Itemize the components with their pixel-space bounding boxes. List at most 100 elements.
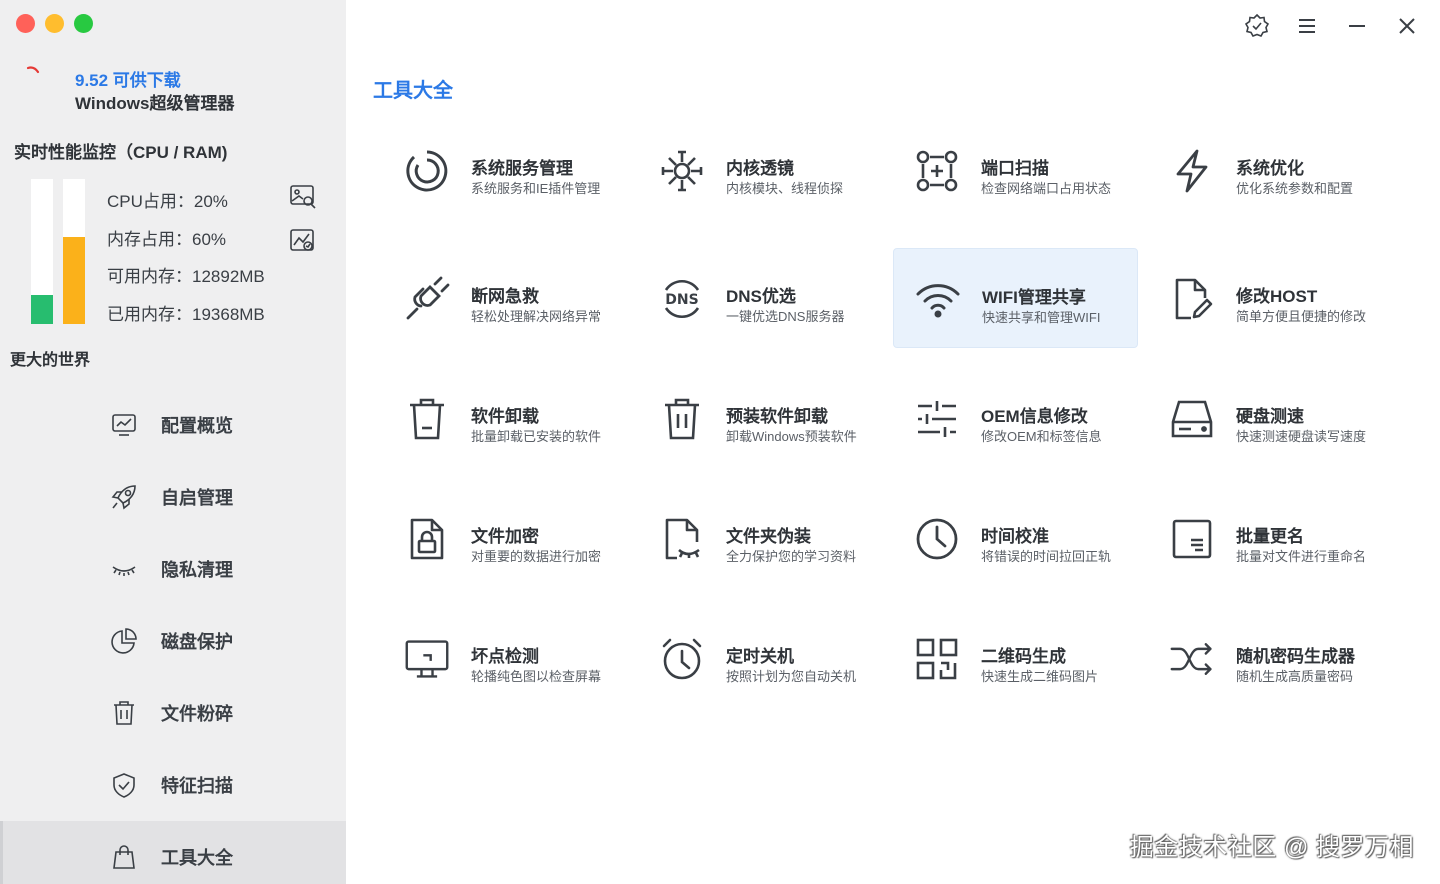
- tool-name: 随机密码生成器: [1236, 647, 1355, 666]
- cpu-usage-text: CPU占用：20%: [107, 192, 228, 211]
- image-search-icon[interactable]: [289, 184, 317, 210]
- tool-desc: 快速测速硬盘读写速度: [1236, 429, 1367, 444]
- sidebar-item-tools[interactable]: 工具大全: [0, 821, 346, 884]
- tool-software-uninstall[interactable]: 软件卸载 批量卸载已安装的软件: [394, 368, 639, 468]
- tool-name: 硬盘测速: [1236, 407, 1304, 426]
- sidebar-item-label: 自启管理: [161, 488, 233, 508]
- tool-name: 定时关机: [726, 647, 794, 666]
- clock-icon: [914, 516, 960, 562]
- close-window-button[interactable]: [16, 14, 35, 33]
- stats-list: CPU占用：20% 内存占用：60% 可用内存：12892MB 已用内存：193…: [107, 190, 265, 340]
- minimize-icon: [1349, 25, 1365, 27]
- sidebar-item-shredder[interactable]: 文件粉碎: [0, 677, 346, 749]
- svg-text:DNS: DNS: [665, 292, 698, 308]
- tool-desc: 批量卸载已安装的软件: [471, 429, 602, 444]
- tool-qrcode[interactable]: 二维码生成 快速生成二维码图片: [904, 608, 1149, 708]
- menu-button[interactable]: [1282, 10, 1332, 42]
- monitor-title: 实时性能监控（CPU / RAM): [14, 143, 228, 162]
- brand-name: Windows超级管理器: [75, 94, 235, 113]
- tool-name: 文件加密: [471, 527, 539, 546]
- tool-port-scan[interactable]: 端口扫描 检查网络端口占用状态: [904, 120, 1149, 220]
- tool-name: DNS优选: [726, 287, 796, 306]
- tool-network-rescue[interactable]: 断网急救 轻松处理解决网络异常: [394, 248, 639, 348]
- image-chart-icon[interactable]: [289, 228, 317, 254]
- minimize-window-button[interactable]: [45, 14, 64, 33]
- tool-batch-rename[interactable]: 批量更名 批量对文件进行重命名: [1159, 488, 1404, 588]
- tool-name: 软件卸载: [471, 407, 539, 426]
- sidebar-nav: 配置概览 自启管理 隐私清理 磁盘保护 文件粉碎 特征扫描 工具大全: [0, 389, 346, 884]
- screen-icon: [404, 636, 450, 682]
- tool-edit-host[interactable]: 修改HOST 简单方便且便捷的修改: [1159, 248, 1404, 348]
- tool-name: 内核透镜: [726, 159, 794, 178]
- tool-kernel-lens[interactable]: 内核透镜 内核模块、线程侦探: [649, 120, 894, 220]
- tool-disk-speed[interactable]: 硬盘测速 快速测速硬盘读写速度: [1159, 368, 1404, 468]
- tool-file-encrypt[interactable]: 文件加密 对重要的数据进行加密: [394, 488, 639, 588]
- sidebar-section-title: 更大的世界: [10, 352, 91, 369]
- tool-dns-optimize[interactable]: DNS DNS优选 一键优选DNS服务器: [649, 248, 894, 348]
- tool-name: 断网急救: [471, 287, 539, 306]
- shield-check-icon: [108, 769, 140, 801]
- tool-desc: 批量对文件进行重命名: [1236, 549, 1367, 564]
- tool-desc: 轻松处理解决网络异常: [471, 309, 602, 324]
- close-icon: [1399, 18, 1415, 34]
- window-controls: [16, 14, 93, 33]
- sidebar-item-scan[interactable]: 特征扫描: [0, 749, 346, 821]
- tool-desc: 快速生成二维码图片: [981, 669, 1099, 684]
- tool-desc: 修改OEM和标签信息: [981, 429, 1102, 444]
- hard-drive-icon: [1169, 396, 1215, 442]
- tool-name: 系统服务管理: [471, 159, 573, 178]
- tool-service-manager[interactable]: 系统服务管理 系统服务和IE插件管理: [394, 120, 639, 220]
- alarm-icon: [659, 636, 705, 682]
- cpu-usage-bar: [31, 179, 53, 324]
- tool-name: 预装软件卸载: [726, 407, 828, 426]
- main-content: 工具大全 系统服务管理 系统服务和IE插件管理 内核透镜 内核模块、线程侦探 端…: [346, 0, 1440, 884]
- trash-pause-icon: [659, 396, 705, 442]
- tool-name: 坏点检测: [471, 647, 539, 666]
- menu-icon: [1299, 19, 1315, 33]
- shuffle-icon: [1169, 636, 1215, 682]
- sidebar-item-startup[interactable]: 自启管理: [0, 461, 346, 533]
- sidebar-item-privacy[interactable]: 隐私清理: [0, 533, 346, 605]
- tool-desc: 系统服务和IE插件管理: [471, 181, 601, 196]
- sidebar: 9.52 可供下载 Windows超级管理器 实时性能监控（CPU / RAM)…: [0, 0, 346, 884]
- dns-icon: DNS: [659, 276, 705, 322]
- tool-timed-shutdown[interactable]: 定时关机 按照计划为您自动关机: [649, 608, 894, 708]
- tool-name: 修改HOST: [1236, 287, 1318, 306]
- maximize-window-button[interactable]: [74, 14, 93, 33]
- tool-name: 二维码生成: [981, 647, 1066, 666]
- tool-password-generator[interactable]: 随机密码生成器 随机生成高质量密码: [1159, 608, 1404, 708]
- ram-usage-text: 内存占用：60%: [107, 229, 227, 249]
- sidebar-item-disk[interactable]: 磁盘保护: [0, 605, 346, 677]
- sliders-icon: [914, 396, 960, 442]
- tool-dead-pixel[interactable]: 坏点检测 轮播纯色图以检查屏幕: [394, 608, 639, 708]
- tool-desc: 检查网络端口占用状态: [981, 181, 1112, 196]
- watermark: 掘金技术社区 @ 搜罗万相: [1129, 834, 1414, 861]
- settings-button[interactable]: [1232, 10, 1282, 42]
- tool-time-sync[interactable]: 时间校准 将错误的时间拉回正轨: [904, 488, 1149, 588]
- free-memory-text: 可用内存：12892MB: [107, 267, 265, 286]
- minimize-button[interactable]: [1332, 10, 1382, 42]
- brand-version[interactable]: 9.52 可供下载: [75, 66, 181, 91]
- tool-system-optimize[interactable]: 系统优化 优化系统参数和配置: [1159, 120, 1404, 220]
- sidebar-item-overview[interactable]: 配置概览: [0, 389, 346, 461]
- lightning-icon: [1169, 148, 1215, 194]
- tool-wifi-share[interactable]: WIFI管理共享 快速共享和管理WIFI: [893, 248, 1138, 348]
- rocket-icon: [108, 481, 140, 513]
- file-edit-icon: [1169, 276, 1215, 322]
- tool-desc: 内核模块、线程侦探: [726, 181, 844, 196]
- file-mask-icon: [659, 516, 705, 562]
- close-button[interactable]: [1382, 10, 1432, 42]
- app-logo-icon: [26, 66, 40, 74]
- tool-desc: 对重要的数据进行加密: [471, 549, 602, 564]
- qrcode-icon: [914, 636, 960, 682]
- tool-name: 文件夹伪装: [726, 527, 811, 546]
- tool-oem-edit[interactable]: OEM信息修改 修改OEM和标签信息: [904, 368, 1149, 468]
- title-bar-buttons: [1232, 10, 1432, 42]
- sidebar-item-label: 文件粉碎: [161, 704, 233, 724]
- tool-desc: 将错误的时间拉回正轨: [981, 549, 1112, 564]
- tool-desc: 优化系统参数和配置: [1236, 181, 1354, 196]
- sidebar-item-label: 配置概览: [161, 416, 233, 436]
- tool-folder-disguise[interactable]: 文件夹伪装 全力保护您的学习资料: [649, 488, 894, 588]
- tool-preinstall-uninstall[interactable]: 预装软件卸载 卸载Windows预装软件: [649, 368, 894, 468]
- tool-name: 端口扫描: [981, 159, 1049, 178]
